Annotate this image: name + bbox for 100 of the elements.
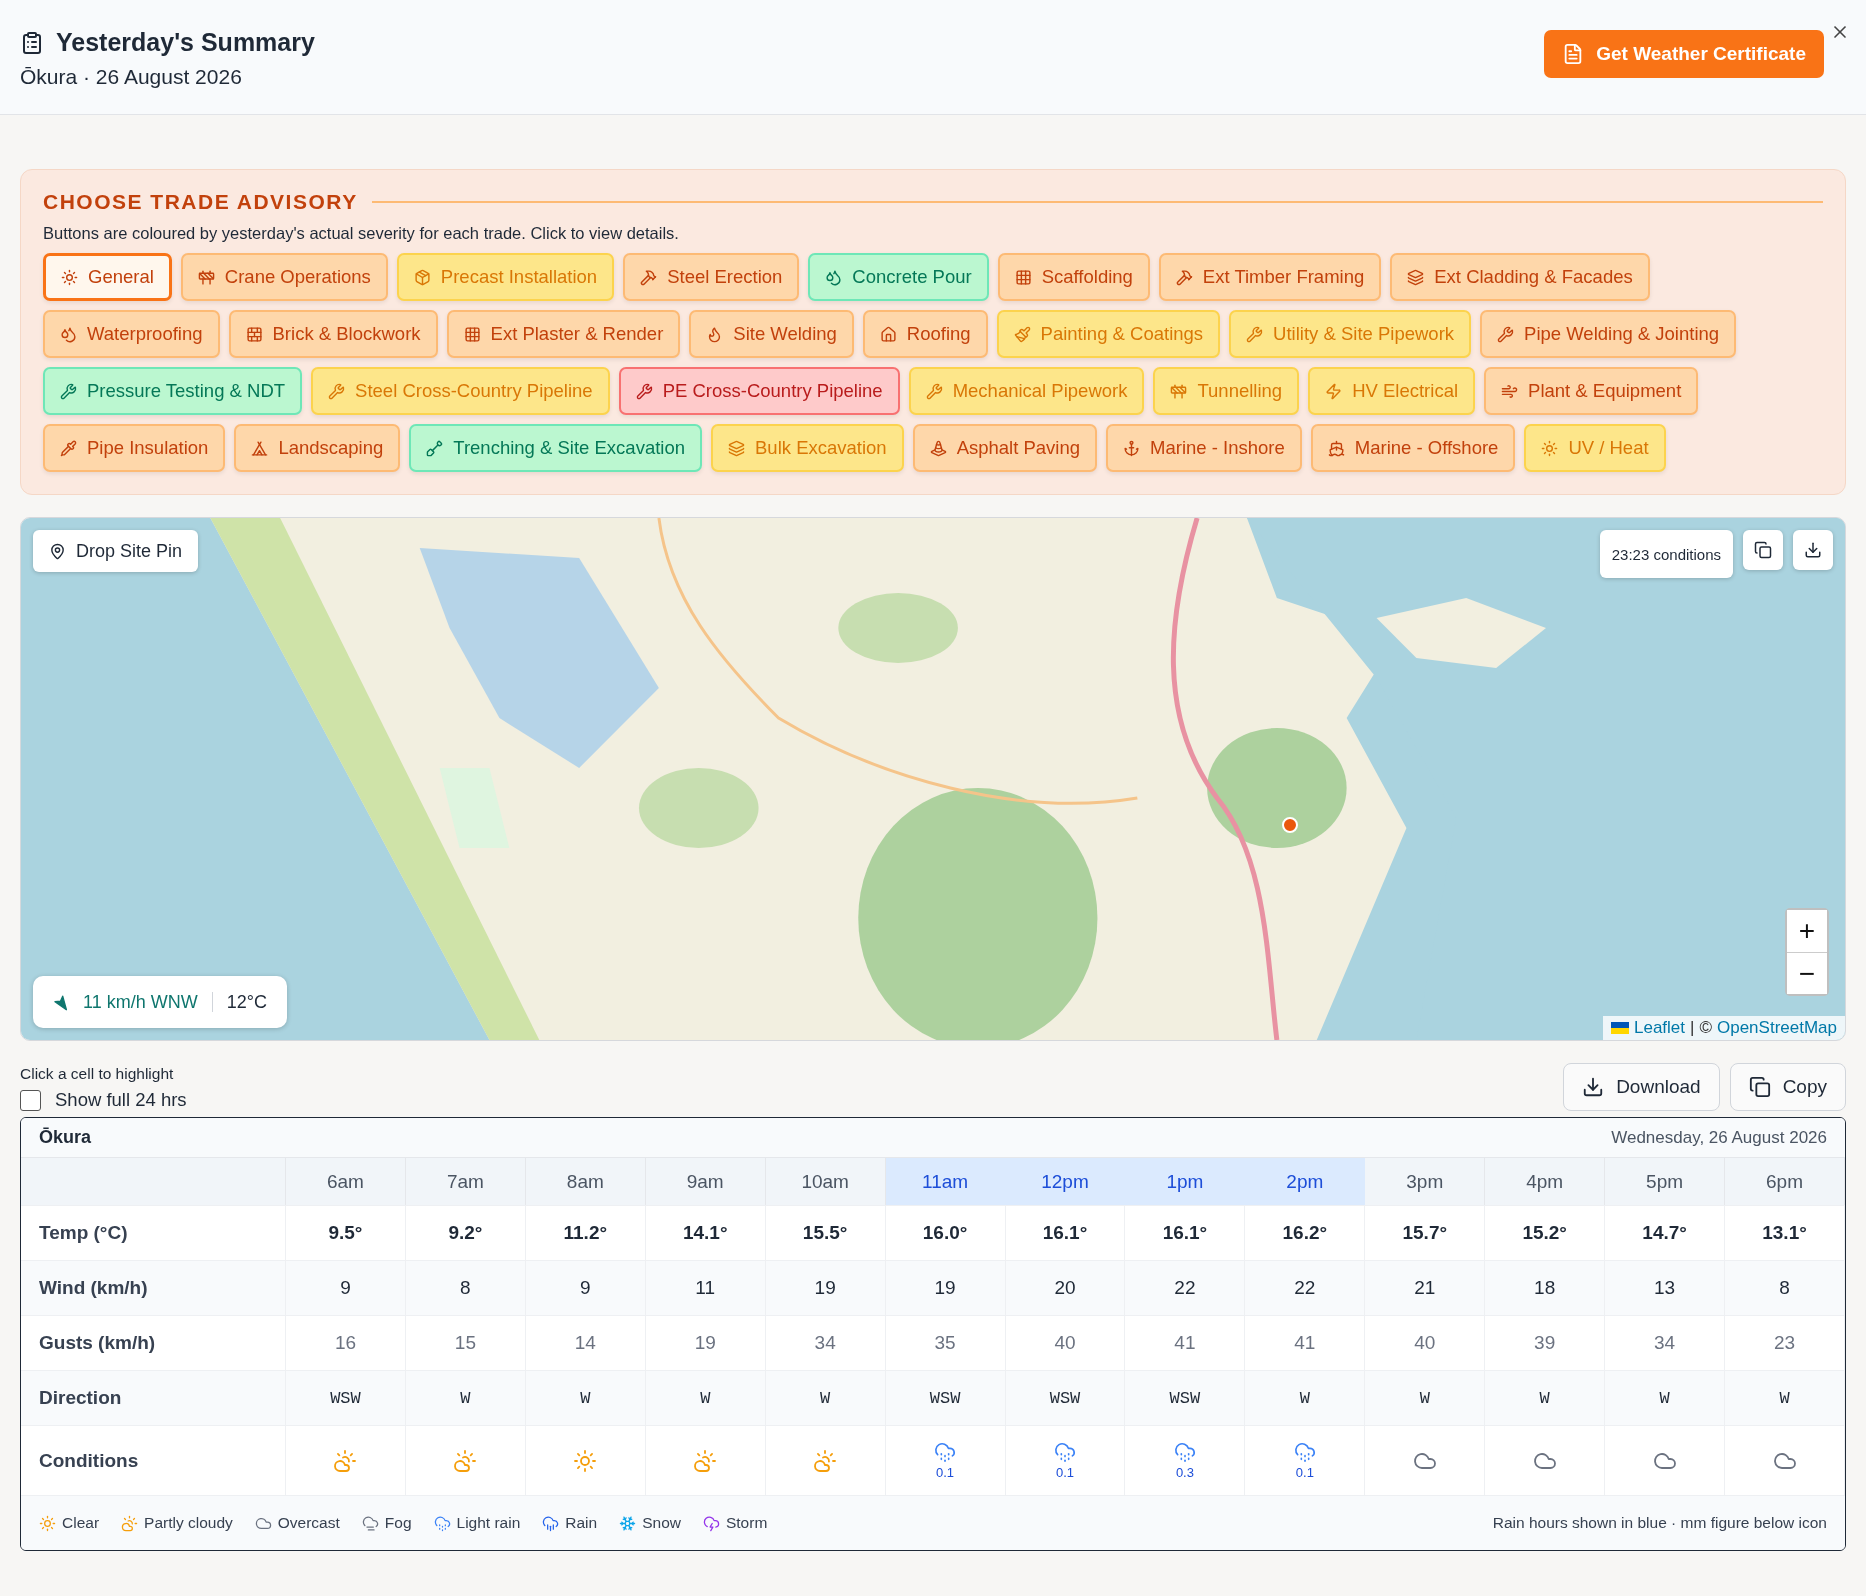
table-cell[interactable]: 21 <box>1365 1261 1486 1315</box>
table-cell[interactable]: 23 <box>1725 1316 1845 1370</box>
table-cell[interactable]: WSW <box>885 1371 1006 1425</box>
table-cell[interactable]: 16.1° <box>1125 1206 1246 1260</box>
table-cell[interactable]: 19 <box>645 1316 766 1370</box>
legend-label: Rain <box>565 1514 598 1532</box>
trade-button[interactable]: Waterproofing <box>43 310 220 358</box>
trade-button[interactable]: Concrete Pour <box>808 253 989 301</box>
trade-button[interactable]: Pipe Welding & Jointing <box>1480 310 1737 358</box>
trade-button[interactable]: Trenching & Site Excavation <box>409 424 702 472</box>
table-cell[interactable]: 0.3 <box>1125 1426 1246 1495</box>
table-cell[interactable]: 15.5° <box>765 1206 886 1260</box>
trade-button[interactable]: Site Welding <box>689 310 854 358</box>
table-cell[interactable]: W <box>405 1371 526 1425</box>
trade-button[interactable]: Scaffolding <box>997 253 1150 301</box>
table-cell[interactable]: 13.1° <box>1725 1206 1845 1260</box>
grid-icon <box>463 325 481 343</box>
checkbox[interactable] <box>20 1089 41 1111</box>
table-cell[interactable]: 35 <box>885 1316 1006 1370</box>
table-cell[interactable]: W <box>1725 1371 1845 1425</box>
droplets-icon <box>825 268 843 286</box>
drizzle-icon <box>1054 1441 1076 1463</box>
table-location: Ōkura <box>39 1127 92 1148</box>
table-cell[interactable]: W <box>525 1371 646 1425</box>
trade-button[interactable]: PE Cross-Country Pipeline <box>618 367 900 415</box>
trade-button[interactable]: Pipe Insulation <box>43 424 226 472</box>
table-cell[interactable]: 0.1 <box>1005 1426 1126 1495</box>
table-cell[interactable]: 0.1 <box>885 1426 1006 1495</box>
table-cell[interactable]: W <box>1365 1371 1486 1425</box>
trade-button[interactable]: Marine - Offshore <box>1310 424 1516 472</box>
table-cell[interactable]: 34 <box>765 1316 886 1370</box>
table-cell[interactable]: 9 <box>286 1261 406 1315</box>
table-cell[interactable]: 19 <box>885 1261 1006 1315</box>
table-cell[interactable]: W <box>1245 1371 1366 1425</box>
table-cell[interactable]: 22 <box>1245 1261 1366 1315</box>
table-cell[interactable]: 16.2° <box>1245 1206 1366 1260</box>
openstreetmap-link[interactable]: OpenStreetMap <box>1717 1018 1837 1038</box>
table-cell[interactable]: 39 <box>1485 1316 1606 1370</box>
location-marker[interactable] <box>1281 816 1299 834</box>
table-cell[interactable]: 8 <box>405 1261 526 1315</box>
table-cell[interactable]: 20 <box>1005 1261 1126 1315</box>
table-cell[interactable]: 40 <box>1005 1316 1126 1370</box>
trade-button[interactable]: Landscaping <box>234 424 401 472</box>
table-cell[interactable]: W <box>765 1371 886 1425</box>
trade-button[interactable]: General <box>43 253 172 301</box>
table-cell[interactable]: WSW <box>286 1371 406 1425</box>
table-cell[interactable]: 16 <box>286 1316 406 1370</box>
trade-button[interactable]: Steel Erection <box>623 253 800 301</box>
rain-amount: 0.1 <box>1295 1465 1314 1480</box>
table-cell[interactable]: 41 <box>1125 1316 1246 1370</box>
table-cell[interactable]: 15.2° <box>1485 1206 1606 1260</box>
table-cell[interactable]: 34 <box>1605 1316 1726 1370</box>
zoom-out-button[interactable]: − <box>1787 952 1827 994</box>
table-cell[interactable]: W <box>645 1371 766 1425</box>
trade-button[interactable]: Roofing <box>862 310 988 358</box>
table-cell[interactable]: 22 <box>1125 1261 1246 1315</box>
table-cell[interactable]: W <box>1605 1371 1726 1425</box>
trade-button[interactable]: Ext Timber Framing <box>1158 253 1382 301</box>
table-cell[interactable]: 16.0° <box>885 1206 1006 1260</box>
trade-button[interactable]: Crane Operations <box>180 253 388 301</box>
barrier-icon <box>197 268 215 286</box>
table-cell[interactable]: 9.5° <box>286 1206 406 1260</box>
table-cell[interactable]: 40 <box>1365 1316 1486 1370</box>
table-cell[interactable]: 41 <box>1245 1316 1366 1370</box>
trade-button[interactable]: Ext Cladding & Facades <box>1390 253 1650 301</box>
map[interactable]: Drop Site Pin 23:23 conditions 11 km/h WNW 12°C + − Leaflet | © OpenStreetMap <box>20 517 1846 1041</box>
table-cell[interactable]: 19 <box>765 1261 886 1315</box>
table-cell[interactable]: 15.7° <box>1365 1206 1486 1260</box>
table-cell[interactable]: 11 <box>645 1261 766 1315</box>
trade-button[interactable]: Plant & Equipment <box>1484 367 1699 415</box>
copy-button[interactable]: Copy <box>1729 1063 1846 1111</box>
table-cell[interactable]: W <box>1485 1371 1606 1425</box>
table-cell[interactable]: 13 <box>1605 1261 1726 1315</box>
table-cell[interactable]: 14.1° <box>645 1206 766 1260</box>
trade-button[interactable]: Pressure Testing & NDT <box>43 367 303 415</box>
table-cell[interactable]: 16.1° <box>1005 1206 1126 1260</box>
trade-button[interactable]: Ext Plaster & Render <box>446 310 681 358</box>
download-button[interactable] <box>1793 530 1833 570</box>
shovel-icon <box>426 439 444 457</box>
table-cell[interactable]: 14.7° <box>1605 1206 1726 1260</box>
trade-button[interactable]: Marine - Inshore <box>1106 424 1302 472</box>
table-cell[interactable]: WSW <box>1005 1371 1126 1425</box>
table-cell[interactable]: 18 <box>1485 1261 1606 1315</box>
drizzle-icon <box>1173 1441 1196 1463</box>
hour-header: 8am <box>525 1158 646 1205</box>
copy-button[interactable] <box>1743 530 1783 570</box>
table-cell[interactable]: 0.1 <box>1245 1426 1366 1495</box>
table-cell[interactable]: WSW <box>1125 1371 1246 1425</box>
table-cell[interactable]: 8 <box>1725 1261 1845 1315</box>
table-cell[interactable]: 9 <box>525 1261 646 1315</box>
table-cell[interactable]: 9.2° <box>405 1206 526 1260</box>
leaflet-link[interactable]: Leaflet <box>1611 1018 1686 1038</box>
drop-pin-button[interactable]: Drop Site Pin <box>33 530 199 572</box>
table-cell[interactable]: 14 <box>525 1316 646 1370</box>
trade-button[interactable]: Asphalt Paving <box>912 424 1098 472</box>
clipboard-icon <box>20 30 44 55</box>
table-cell[interactable]: 11.2° <box>525 1206 646 1260</box>
download-button[interactable]: Download <box>1563 1063 1720 1111</box>
table-cell[interactable]: 15 <box>405 1316 526 1370</box>
trade-button[interactable]: Brick & Blockwork <box>228 310 438 358</box>
